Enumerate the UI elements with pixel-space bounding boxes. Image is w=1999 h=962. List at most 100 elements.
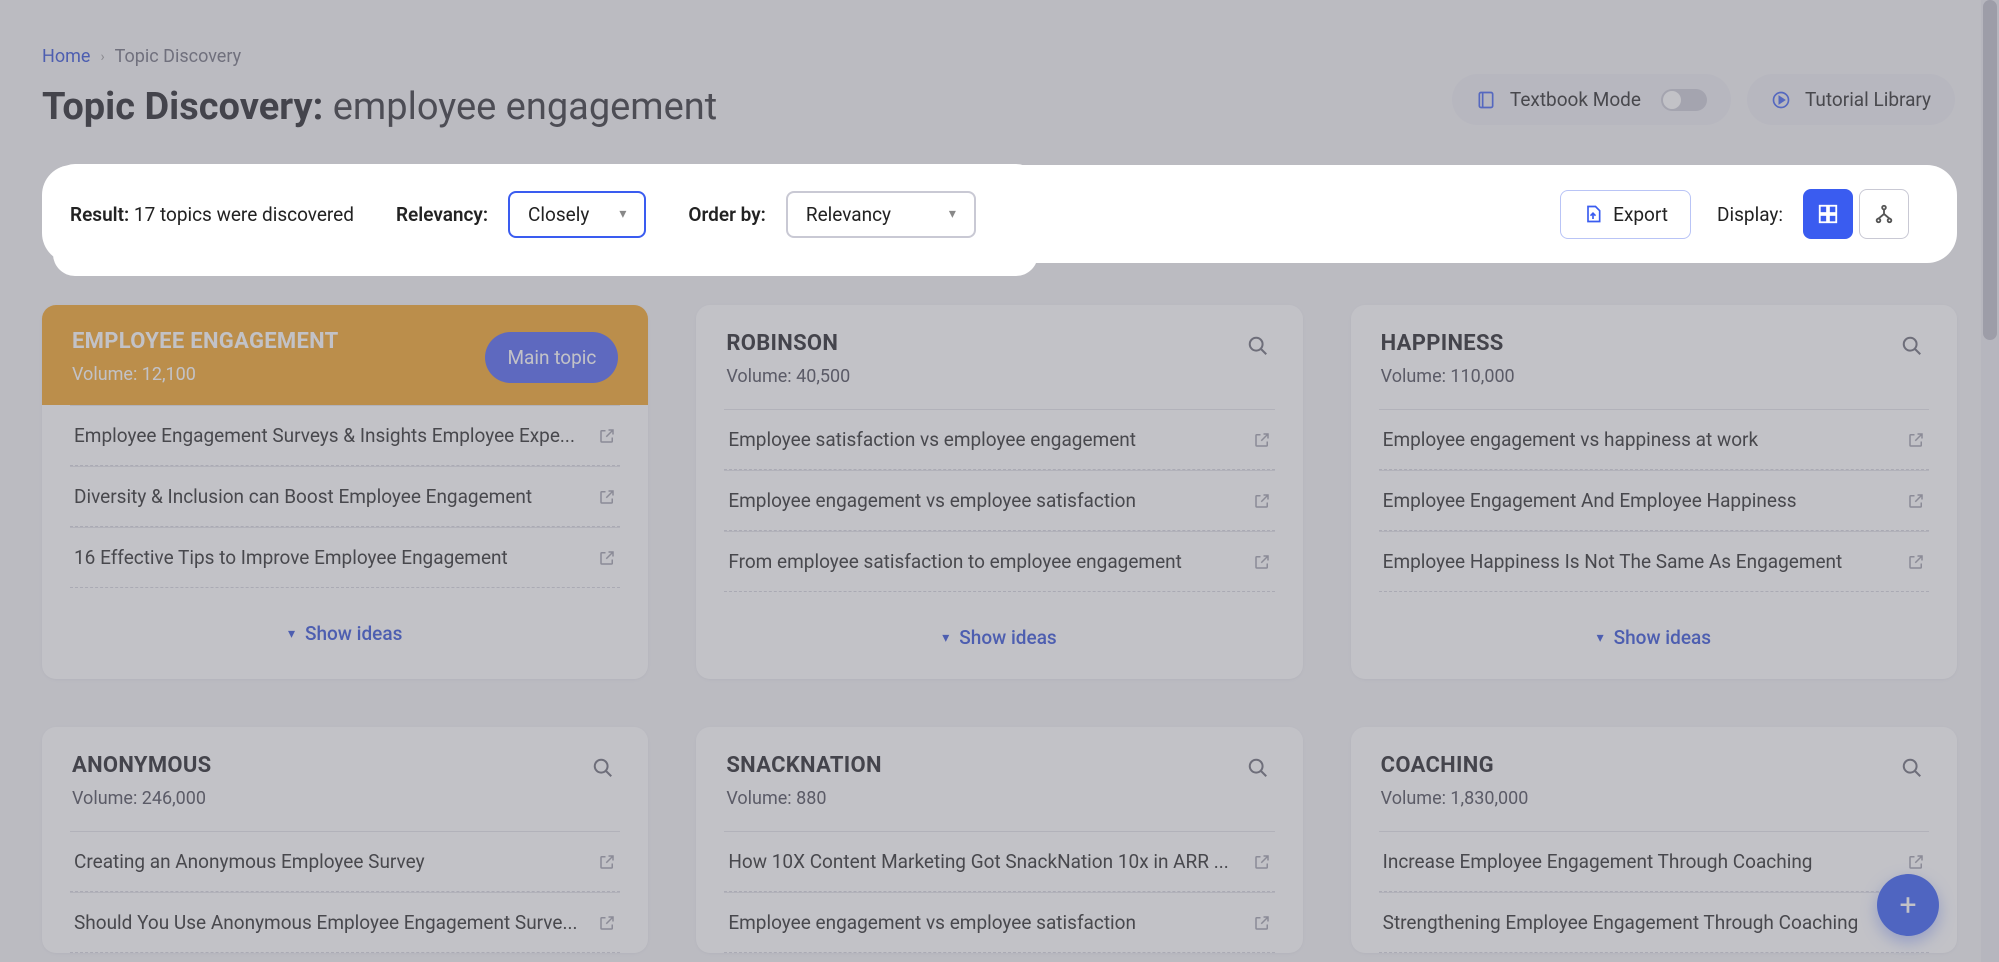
scrollbar-thumb[interactable] <box>1983 0 1997 340</box>
tutorial-library-label: Tutorial Library <box>1805 88 1931 111</box>
topic-idea-row[interactable]: Strengthening Employee Engagement Throug… <box>1379 892 1929 953</box>
export-button[interactable]: Export <box>1560 190 1691 239</box>
topic-card-header: ANONYMOUS Volume: 246,000 <box>42 727 648 831</box>
topic-card: ANONYMOUS Volume: 246,000 Creating an An… <box>42 727 648 953</box>
breadcrumb: Home › Topic Discovery <box>42 46 1957 67</box>
breadcrumb-home[interactable]: Home <box>42 46 90 67</box>
textbook-mode-label: Textbook Mode <box>1510 88 1641 111</box>
show-ideas-button[interactable]: ▾ Show ideas <box>42 588 648 675</box>
topic-card: EMPLOYEE ENGAGEMENT Volume: 12,100 Main … <box>42 305 648 679</box>
search-topic-button[interactable] <box>588 753 618 783</box>
topic-idea-row[interactable]: Employee engagement vs employee satisfac… <box>724 892 1274 953</box>
chevron-right-icon: › <box>100 49 104 65</box>
search-topic-button[interactable] <box>1243 753 1273 783</box>
orderby-select[interactable]: Relevancy ▾ <box>786 191 976 238</box>
search-icon <box>1247 335 1269 357</box>
topic-card: ROBINSON Volume: 40,500 Employee satisfa… <box>696 305 1302 679</box>
topic-card-header: HAPPINESS Volume: 110,000 <box>1351 305 1957 409</box>
chevron-down-icon: ▾ <box>288 626 295 642</box>
topic-idea-row[interactable]: Employee Happiness Is Not The Same As En… <box>1379 531 1929 592</box>
topic-idea-text: Increase Employee Engagement Through Coa… <box>1383 850 1907 873</box>
topic-idea-row[interactable]: Creating an Anonymous Employee Survey <box>70 831 620 892</box>
search-icon <box>592 757 614 779</box>
topic-idea-row[interactable]: Increase Employee Engagement Through Coa… <box>1379 831 1929 892</box>
orderby-filter-label: Order by: <box>688 203 765 226</box>
topic-idea-text: Employee engagement vs happiness at work <box>1383 428 1907 451</box>
topic-card-title: EMPLOYEE ENGAGEMENT <box>72 329 485 354</box>
chevron-down-icon: ▾ <box>619 206 626 222</box>
external-link-icon[interactable] <box>1907 492 1925 510</box>
external-link-icon[interactable] <box>598 549 616 567</box>
topic-card: SNACKNATION Volume: 880 How 10X Content … <box>696 727 1302 953</box>
topic-card-volume: Volume: 1,830,000 <box>1381 788 1897 809</box>
topic-idea-text: Strengthening Employee Engagement Throug… <box>1383 911 1907 934</box>
show-ideas-label: Show ideas <box>305 622 402 645</box>
external-link-icon[interactable] <box>1907 553 1925 571</box>
topic-idea-text: Employee satisfaction vs employee engage… <box>728 428 1252 451</box>
external-link-icon[interactable] <box>598 427 616 445</box>
topic-idea-row[interactable]: How 10X Content Marketing Got SnackNatio… <box>724 831 1274 892</box>
topic-idea-row[interactable]: Employee engagement vs employee satisfac… <box>724 470 1274 531</box>
topic-idea-row[interactable]: Employee Engagement And Employee Happine… <box>1379 470 1929 531</box>
external-link-icon[interactable] <box>598 488 616 506</box>
filter-bar: Result: 17 topics were discovered Releva… <box>42 165 1957 263</box>
topic-idea-row[interactable]: Diversity & Inclusion can Boost Employee… <box>70 466 620 527</box>
tutorial-library-button[interactable]: Tutorial Library <box>1747 74 1955 125</box>
show-ideas-label: Show ideas <box>959 626 1056 649</box>
plus-icon: + <box>1899 888 1916 923</box>
external-link-icon[interactable] <box>1253 431 1271 449</box>
external-link-icon[interactable] <box>1907 853 1925 871</box>
add-fab-button[interactable]: + <box>1877 874 1939 936</box>
relevancy-select[interactable]: Closely ▾ <box>508 191 646 238</box>
topic-idea-text: Employee Happiness Is Not The Same As En… <box>1383 550 1907 573</box>
topic-idea-text: Diversity & Inclusion can Boost Employee… <box>74 485 598 508</box>
show-ideas-button[interactable]: ▾ Show ideas <box>1351 592 1957 679</box>
topic-idea-row[interactable]: From employee satisfaction to employee e… <box>724 531 1274 592</box>
topic-idea-text: How 10X Content Marketing Got SnackNatio… <box>728 850 1252 873</box>
topic-card-title: SNACKNATION <box>726 753 1242 778</box>
play-circle-icon <box>1771 90 1791 110</box>
topic-card-volume: Volume: 110,000 <box>1381 366 1897 387</box>
show-ideas-button[interactable]: ▾ Show ideas <box>696 592 1302 679</box>
search-topic-button[interactable] <box>1243 331 1273 361</box>
topic-idea-row[interactable]: 16 Effective Tips to Improve Employee En… <box>70 527 620 588</box>
topic-card-header: ROBINSON Volume: 40,500 <box>696 305 1302 409</box>
external-link-icon[interactable] <box>1907 431 1925 449</box>
search-icon <box>1901 335 1923 357</box>
external-link-icon[interactable] <box>1253 492 1271 510</box>
search-topic-button[interactable] <box>1897 331 1927 361</box>
chevron-down-icon: ▾ <box>942 630 949 646</box>
topic-idea-text: 16 Effective Tips to Improve Employee En… <box>74 546 598 569</box>
external-link-icon[interactable] <box>1253 853 1271 871</box>
topic-idea-text: Creating an Anonymous Employee Survey <box>74 850 598 873</box>
breadcrumb-current: Topic Discovery <box>115 46 241 67</box>
search-icon <box>1901 757 1923 779</box>
topic-idea-row[interactable]: Employee satisfaction vs employee engage… <box>724 409 1274 470</box>
search-topic-button[interactable] <box>1897 753 1927 783</box>
topic-idea-row[interactable]: Should You Use Anonymous Employee Engage… <box>70 892 620 953</box>
scrollbar[interactable] <box>1981 0 1999 962</box>
toggle-switch[interactable] <box>1661 89 1707 111</box>
external-link-icon[interactable] <box>598 914 616 932</box>
topic-idea-row[interactable]: Employee engagement vs happiness at work <box>1379 409 1929 470</box>
topic-card-title: ANONYMOUS <box>72 753 588 778</box>
show-ideas-label: Show ideas <box>1614 626 1711 649</box>
external-link-icon[interactable] <box>1253 553 1271 571</box>
grid-icon <box>1817 203 1839 225</box>
topic-card-volume: Volume: 12,100 <box>72 364 485 385</box>
external-link-icon[interactable] <box>1253 914 1271 932</box>
result-label: Result: 17 topics were discovered <box>70 203 354 226</box>
search-icon <box>1247 757 1269 779</box>
topic-idea-row[interactable]: Employee Engagement Surveys & Insights E… <box>70 405 620 466</box>
topic-card-volume: Volume: 40,500 <box>726 366 1242 387</box>
topic-idea-text: Employee engagement vs employee satisfac… <box>728 911 1252 934</box>
tree-view-button[interactable] <box>1859 189 1909 239</box>
external-link-icon[interactable] <box>598 853 616 871</box>
grid-view-button[interactable] <box>1803 189 1853 239</box>
topic-card: HAPPINESS Volume: 110,000 Employee engag… <box>1351 305 1957 679</box>
tree-icon <box>1873 203 1895 225</box>
topic-card-volume: Volume: 880 <box>726 788 1242 809</box>
textbook-mode-toggle[interactable]: Textbook Mode <box>1452 74 1731 125</box>
topic-idea-text: Employee Engagement And Employee Happine… <box>1383 489 1907 512</box>
topic-card-title: HAPPINESS <box>1381 331 1897 356</box>
